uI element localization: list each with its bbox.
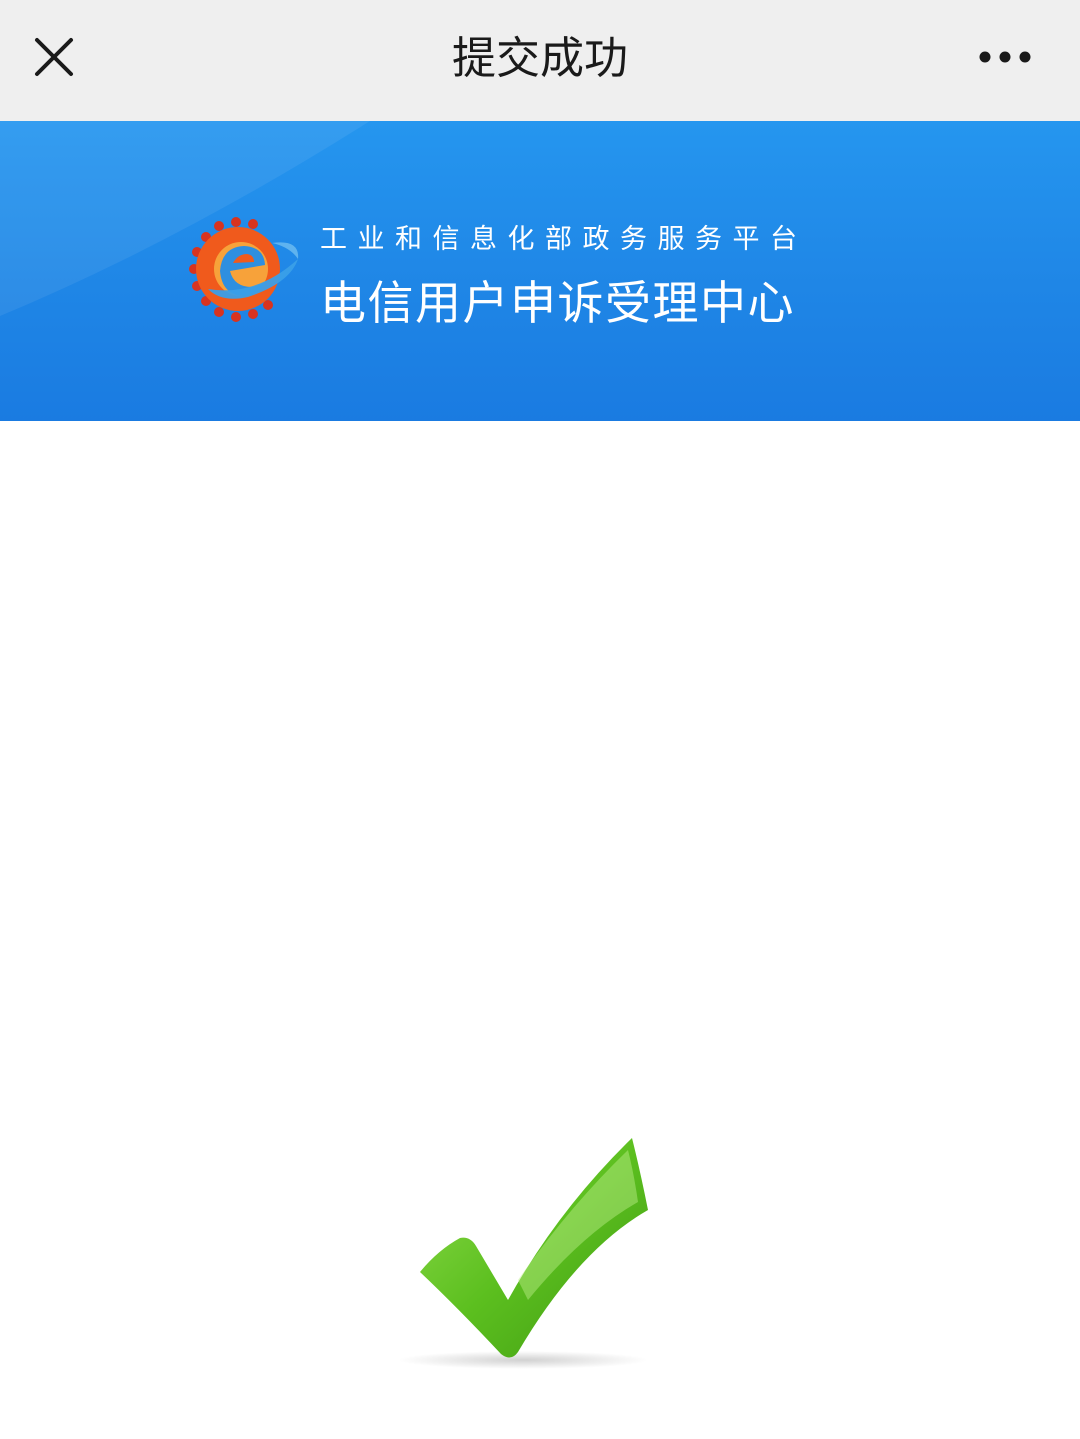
close-icon [35,38,73,76]
banner-title: 电信用户申诉受理中心 [320,276,795,330]
checkmark-icon [398,1138,648,1369]
header-banner: 工业和信息化部政务服务平台 电信用户申诉受理中心 [0,121,1080,421]
e-gear-logo [189,217,299,322]
top-navigation-bar: 提交成功 [0,0,1080,121]
banner-subtitle: 工业和信息化部政务服务平台 [320,224,808,255]
more-options-button[interactable] [970,30,1040,84]
more-dots-icon [979,51,1031,63]
page-title: 提交成功 [452,33,628,84]
close-button[interactable] [22,22,86,92]
